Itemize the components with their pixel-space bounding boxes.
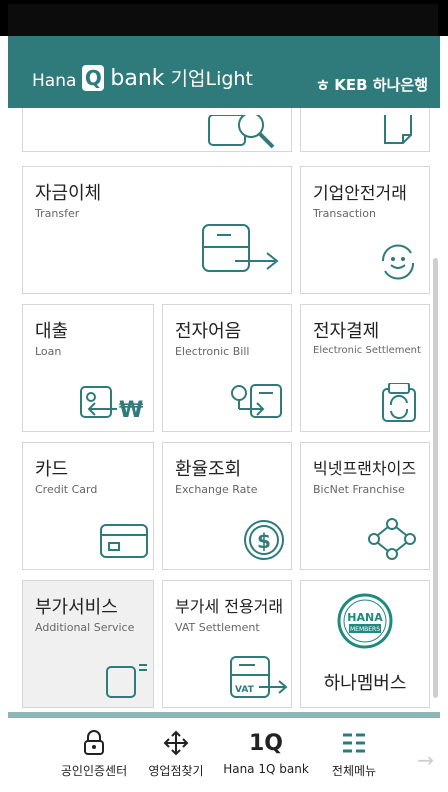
menu-grid[interactable]: 자금이체 Transfer 기업안전거래 Transaction 대출 Loan: [8, 108, 440, 712]
loan-icon: ₩: [80, 386, 143, 421]
tile-sublabel: Electronic Settlement: [313, 345, 421, 356]
move-icon: [163, 730, 189, 756]
tile-transfer[interactable]: 자금이체 Transfer: [22, 166, 292, 294]
nav-label: 영업점찾기: [148, 764, 204, 778]
vat-icon: VAT: [230, 656, 288, 698]
status-bar: [0, 0, 448, 36]
document-icon: [384, 115, 412, 144]
tile-label: 카드: [35, 459, 69, 480]
app-header: Hana Q bank 기업Light ㅎ KEB 하나은행: [8, 36, 440, 108]
brand-q-icon: Q: [82, 65, 105, 91]
tile-sublabel: Exchange Rate: [175, 483, 258, 496]
tile-label: 전자결제: [313, 321, 380, 342]
tile-search-partial[interactable]: [22, 108, 292, 152]
tile-label: 기업안전거래: [313, 184, 407, 204]
tile-additional-service[interactable]: 부가서비스 Additional Service: [22, 580, 154, 708]
tile-sublabel: Electronic Bill: [175, 345, 250, 358]
service-icon: [106, 664, 147, 698]
tile-sublabel: BicNet Franchise: [313, 483, 405, 496]
transfer-icon: [202, 224, 279, 272]
won-symbol: ₩: [119, 398, 143, 421]
dollar-symbol: $: [257, 529, 271, 553]
hana-members-icon: HANA MEMBERS: [337, 593, 393, 649]
brand-sub: 기업Light: [170, 68, 253, 90]
tile-transaction[interactable]: 기업안전거래 Transaction: [300, 166, 430, 294]
tile-electronic-bill[interactable]: 전자어음 Electronic Bill: [162, 304, 292, 432]
tile-vat-settlement[interactable]: 부가세 전용거래 VAT Settlement VAT: [162, 580, 292, 708]
brand-logo: Hana Q bank 기업Light: [32, 64, 253, 91]
bill-icon: [231, 384, 282, 418]
partner-logo: ㅎ KEB 하나은행: [316, 72, 428, 96]
tile-label: 대출: [35, 321, 69, 342]
badge-line2: MEMBERS: [350, 626, 380, 633]
nav-hana-1q-bank[interactable]: 1Q Hana 1Q bank: [216, 728, 316, 777]
tile-sublabel: Loan: [35, 345, 62, 358]
nav-label: Hana 1Q bank: [223, 762, 309, 776]
tile-label: 하나멤버스: [323, 673, 407, 694]
tile-exchange-rate[interactable]: 환율조회 Exchange Rate $: [162, 442, 292, 570]
vat-label: VAT: [235, 685, 255, 695]
dollar-coin-icon: $: [244, 520, 284, 560]
tile-electronic-settlement[interactable]: 전자결제 Electronic Settlement: [300, 304, 430, 432]
network-icon: [368, 518, 416, 560]
tile-sublabel: Transaction: [313, 207, 376, 220]
settlement-icon: [382, 383, 416, 422]
tile-loan[interactable]: 대출 Loan ₩: [22, 304, 154, 432]
tile-sublabel: Additional Service: [35, 621, 135, 634]
brand-bank: bank: [110, 66, 165, 91]
bottom-nav: 공인인증센터 영업점찾기 1Q Hana 1Q bank 전체메뉴 →: [8, 718, 440, 792]
tile-hana-members[interactable]: HANA MEMBERS 하나멤버스: [300, 580, 430, 708]
keb-logo-icon: ㅎ: [315, 76, 331, 95]
credit-card-icon: [100, 524, 148, 558]
menu-icon: [343, 733, 365, 753]
tile-label: 자금이체: [35, 183, 102, 204]
tile-label: 빅넷프랜차이즈: [313, 459, 417, 478]
tile-doc-partial[interactable]: [300, 108, 430, 152]
search-doc-icon: [208, 115, 275, 149]
tile-sublabel: VAT Settlement: [175, 621, 260, 634]
tile-credit-card[interactable]: 카드 Credit Card: [22, 442, 154, 570]
tile-sublabel: Transfer: [35, 207, 80, 220]
1q-icon: 1Q: [248, 730, 283, 756]
tile-label: 부가세 전용거래: [175, 597, 284, 616]
tile-sublabel: Credit Card: [35, 483, 98, 496]
lock-icon: [84, 730, 104, 755]
nav-label: 전체메뉴: [331, 764, 377, 778]
scrollbar[interactable]: [433, 258, 438, 698]
badge-line1: HANA: [347, 611, 383, 624]
handshake-smile-icon: [381, 244, 415, 280]
partner-name: KEB 하나은행: [334, 75, 428, 94]
brand-hana: Hana: [32, 71, 77, 91]
chevron-right-icon[interactable]: →: [417, 748, 434, 772]
tile-label: 부가서비스: [35, 597, 118, 618]
tile-label: 환율조회: [175, 459, 242, 480]
nav-all-menu[interactable]: 전체메뉴: [304, 728, 404, 779]
nav-find-branch[interactable]: 영업점찾기: [126, 728, 226, 779]
tile-bicnet-franchise[interactable]: 빅넷프랜차이즈 BicNet Franchise: [300, 442, 430, 570]
tile-label: 전자어음: [175, 321, 242, 342]
